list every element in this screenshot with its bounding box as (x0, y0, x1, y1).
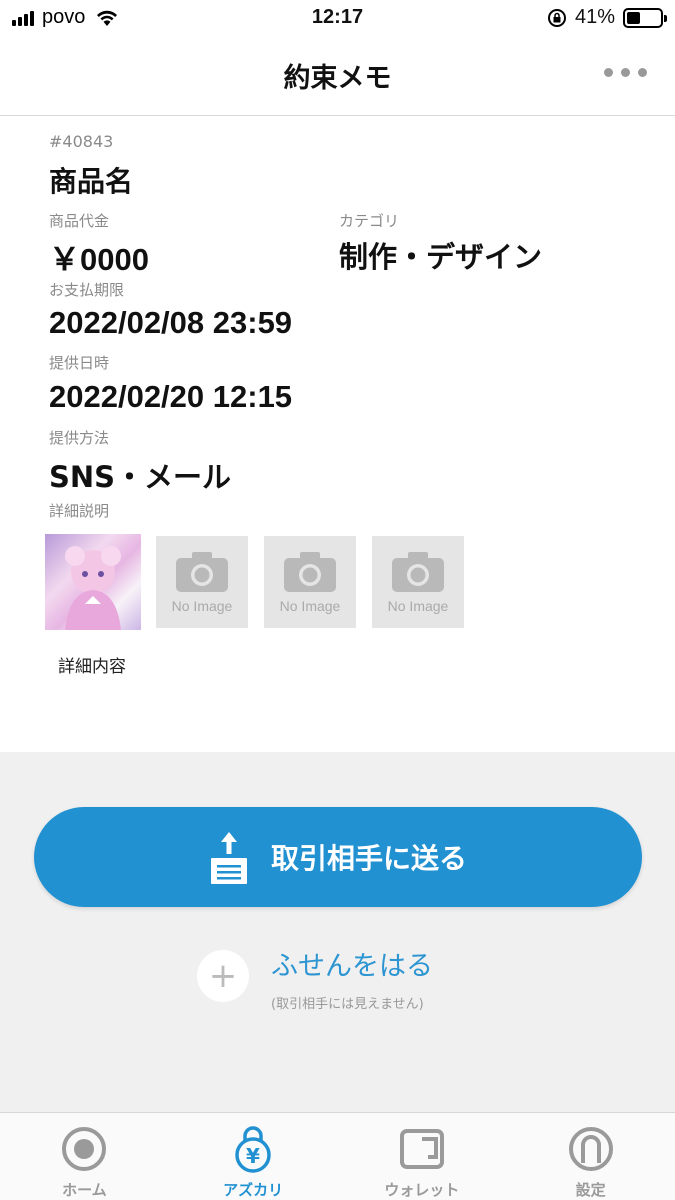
svg-text:¥: ¥ (246, 1144, 260, 1168)
wallet-icon (399, 1129, 444, 1169)
battery-icon (623, 7, 667, 28)
category-label: カテゴリ (339, 212, 400, 230)
tab-azukari-label: アズカリ (223, 1181, 284, 1199)
price-value: ￥0000 (49, 242, 149, 277)
detail-description: 詳細内容 (58, 657, 126, 677)
battery-percent: 41% (574, 6, 615, 28)
tab-azukari[interactable]: ¥ アズカリ (169, 1113, 338, 1200)
page-title: 約束メモ (283, 63, 392, 94)
sticky-note-label: ふせんをはる (271, 951, 433, 982)
detail-image-thumbnail[interactable] (45, 534, 141, 630)
settings-icon (568, 1127, 613, 1171)
tab-wallet[interactable]: ウォレット (338, 1113, 507, 1200)
image-placeholder[interactable]: No Image (372, 536, 464, 628)
home-icon (62, 1127, 107, 1171)
payment-deadline-value: 2022/02/08 23:59 (49, 305, 293, 340)
product-name: 商品名 (49, 165, 134, 198)
delivery-method-label: 提供方法 (49, 429, 110, 447)
sticky-note-sublabel: (取引相手には見えません) (271, 997, 424, 1012)
orientation-lock-icon (547, 8, 566, 27)
send-button-label: 取引相手に送る (270, 842, 467, 875)
category-value: 制作・デザイン (339, 240, 543, 274)
no-image-text: No Image (279, 598, 341, 614)
camera-icon (284, 552, 336, 592)
image-placeholder[interactable]: No Image (264, 536, 356, 628)
action-area: 取引相手に送る + ふせんをはる (取引相手には見えません) (0, 752, 675, 1112)
more-dot-icon (638, 68, 647, 77)
battery-level (627, 11, 641, 24)
delivery-method-value: SNS・メール (49, 460, 232, 494)
no-image-text: No Image (387, 598, 449, 614)
payment-deadline-label: お支払期限 (49, 281, 125, 299)
image-placeholder[interactable]: No Image (156, 536, 248, 628)
tab-settings-label: 設定 (575, 1181, 606, 1199)
more-dot-icon (604, 68, 613, 77)
no-image-text: No Image (171, 598, 233, 614)
plus-icon: + (197, 950, 249, 1002)
more-dot-icon (621, 68, 630, 77)
nav-bar: 約束メモ (0, 38, 675, 116)
upload-document-icon (210, 832, 247, 884)
azukari-icon: ¥ (235, 1126, 271, 1173)
camera-icon (176, 552, 228, 592)
memo-id: #40843 (49, 132, 114, 151)
camera-icon (392, 552, 444, 592)
delivery-datetime-label: 提供日時 (49, 354, 110, 372)
detail-label: 詳細説明 (49, 502, 110, 520)
tab-home-label: ホーム (62, 1181, 107, 1199)
tab-home[interactable]: ホーム (0, 1113, 169, 1200)
status-right: 41% (547, 6, 667, 29)
tab-bar: ホーム ¥ アズカリ ウォレット 設定 (0, 1112, 675, 1200)
add-sticky-note-button[interactable]: + ふせんをはる (取引相手には見えません) (197, 950, 433, 1012)
status-bar: povo 12:17 41% (0, 0, 675, 38)
more-options-button[interactable] (604, 68, 647, 77)
delivery-datetime-value: 2022/02/20 12:15 (49, 379, 293, 414)
tab-wallet-label: ウォレット (384, 1181, 460, 1199)
price-label: 商品代金 (49, 212, 110, 230)
character-illustration-icon (65, 546, 121, 630)
tab-settings[interactable]: 設定 (506, 1113, 675, 1200)
send-to-partner-button[interactable]: 取引相手に送る (34, 807, 642, 907)
sticky-text: ふせんをはる (取引相手には見えません) (271, 944, 433, 1012)
